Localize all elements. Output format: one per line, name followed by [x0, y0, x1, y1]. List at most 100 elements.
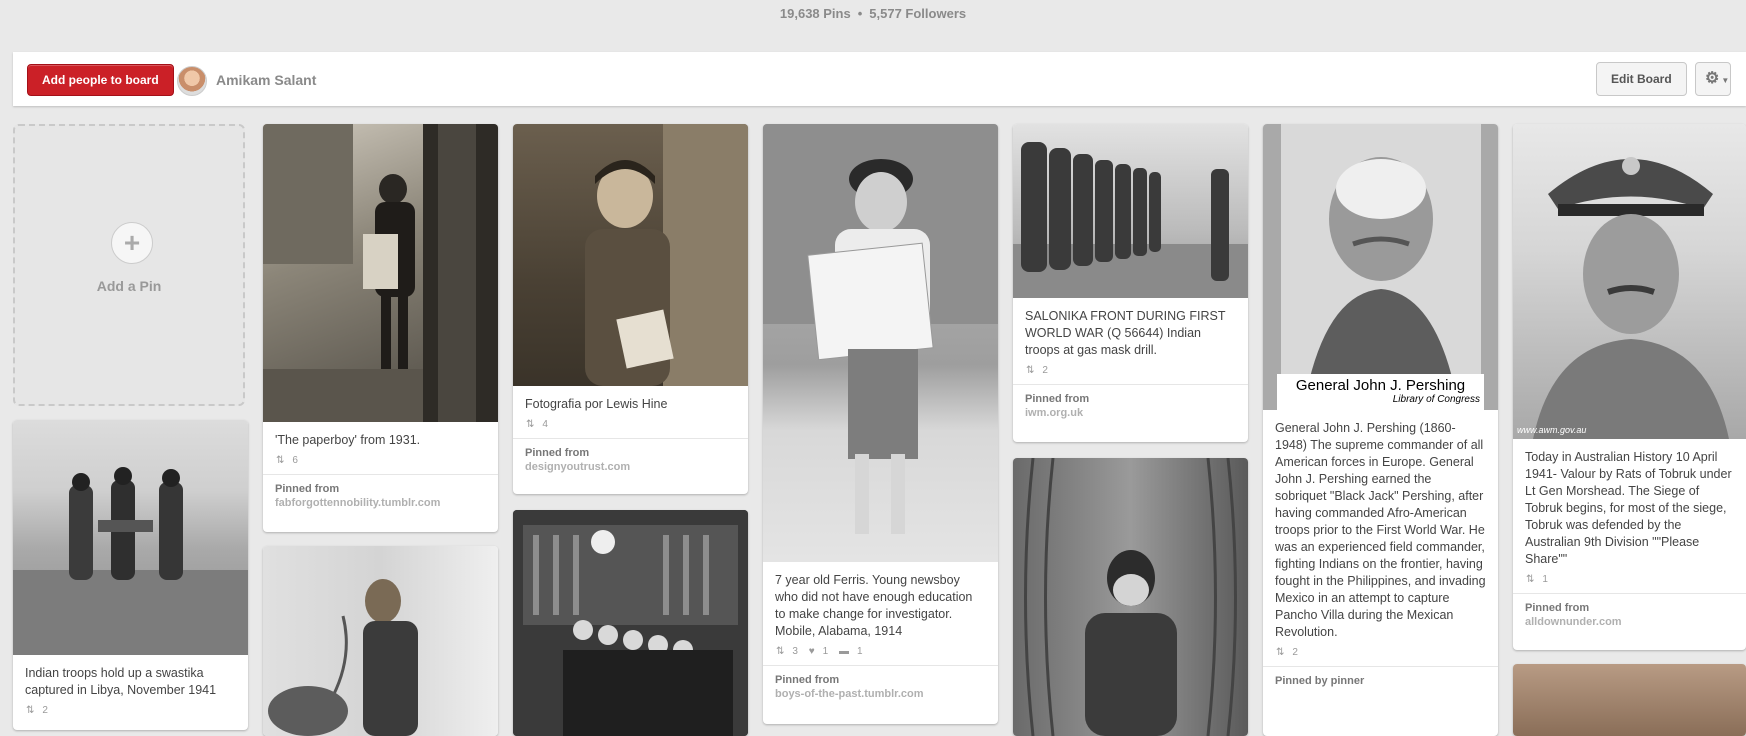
like-count: 1	[822, 646, 829, 657]
source-label: Pinned from	[525, 447, 590, 459]
pin-image[interactable]: General John J. Pershing Library of Cong…	[1263, 124, 1498, 410]
pin-image[interactable]: www.awm.gov.au	[1513, 124, 1746, 439]
comment-count: 1	[857, 646, 863, 657]
source-label: Pinned from	[1025, 393, 1090, 405]
pin-source[interactable]: Pinned by pinner	[1263, 666, 1498, 695]
repin-icon: ⇅	[276, 455, 285, 466]
pin-card[interactable]	[1513, 664, 1746, 736]
pin-photo	[13, 467, 248, 655]
pin-photo	[585, 124, 748, 386]
pin-card[interactable]: 7 year old Ferris. Young newsboy who did…	[763, 124, 998, 724]
board-toolbar: Add people to board Amikam Salant Edit B…	[13, 52, 1746, 106]
repin-count: 2	[1292, 647, 1298, 658]
pin-image[interactable]	[13, 420, 248, 655]
pin-source[interactable]: Pinned from iwm.org.uk	[1013, 384, 1248, 427]
repin-icon: ⇅	[526, 419, 535, 430]
pin-photo	[763, 124, 998, 534]
repin-icon: ⇅	[1526, 574, 1535, 585]
pin-image[interactable]	[513, 510, 748, 736]
source-label: Pinned from	[275, 483, 340, 495]
plus-icon: +	[111, 222, 153, 264]
pin-description: Fotografia por Lewis Hine	[525, 397, 668, 411]
pin-photo	[1024, 458, 1237, 736]
pin-photo	[1533, 157, 1729, 439]
comment-icon: ▬	[839, 646, 850, 657]
add-pin-card[interactable]: + Add a Pin	[13, 124, 245, 406]
pin-image[interactable]	[763, 124, 998, 562]
pin-source[interactable]: Pinned from boys-of-the-past.tumblr.com	[763, 665, 998, 708]
pin-stats: ⇅ 6	[263, 453, 498, 474]
pin-source[interactable]: Pinned from alldownunder.com	[1513, 593, 1746, 636]
settings-button[interactable]: ⚙ ▼	[1695, 62, 1731, 96]
owner-name[interactable]: Amikam Salant	[216, 72, 316, 88]
avatar[interactable]	[177, 66, 207, 96]
repin-icon: ⇅	[1276, 647, 1285, 658]
chevron-down-icon: ▼	[1721, 76, 1730, 85]
repin-count: 1	[1542, 574, 1548, 585]
source-link[interactable]: designyoutrust.com	[525, 461, 736, 473]
pin-description: General John J. Pershing (1860-1948) The…	[1275, 421, 1486, 639]
pin-image[interactable]	[263, 124, 498, 422]
pin-stats: ⇅ 3 ♥ 1 ▬ 1	[763, 644, 998, 665]
pin-stats: ⇅ 2	[1013, 363, 1248, 384]
pin-card[interactable]	[263, 546, 498, 736]
source-link[interactable]: fabforgottennobility.tumblr.com	[275, 497, 486, 509]
pin-card[interactable]: General John J. Pershing Library of Cong…	[1263, 124, 1498, 736]
pin-stats: ⇅ 1	[1513, 572, 1746, 593]
edit-board-button[interactable]: Edit Board	[1596, 62, 1687, 96]
board-stats: 19,638 Pins • 5,577 Followers	[0, 6, 1746, 21]
pin-card[interactable]	[1013, 458, 1248, 736]
pin-stats: ⇅ 4	[513, 417, 748, 438]
pin-stats: ⇅ 2	[13, 703, 248, 724]
heart-icon: ♥	[808, 646, 815, 657]
pin-image[interactable]	[513, 124, 748, 386]
repin-icon: ⇅	[776, 646, 785, 657]
add-people-button[interactable]: Add people to board	[27, 64, 174, 96]
source-label: Pinned by pinner	[1275, 675, 1365, 687]
repin-count: 6	[292, 455, 298, 466]
photo-caption-box: General John J. Pershing Library of Cong…	[1277, 374, 1484, 410]
pin-photo	[263, 124, 498, 422]
pin-photo	[268, 579, 418, 736]
pin-card[interactable]: Fotografia por Lewis Hine ⇅ 4 Pinned from…	[513, 124, 748, 494]
pin-card[interactable]: SALONIKA FRONT DURING FIRST WORLD WAR (Q…	[1013, 124, 1248, 442]
repin-count: 3	[792, 646, 798, 657]
pin-card[interactable]: 'The paperboy' from 1931. ⇅ 6 Pinned from…	[263, 124, 498, 532]
source-link[interactable]: alldownunder.com	[1525, 616, 1734, 628]
pin-source[interactable]: Pinned from designyoutrust.com	[513, 438, 748, 481]
photo-watermark: www.awm.gov.au	[1517, 425, 1587, 435]
pin-description: Indian troops hold up a swastika capture…	[25, 666, 217, 697]
pin-description: SALONIKA FRONT DURING FIRST WORLD WAR (Q…	[1025, 309, 1226, 357]
repin-count: 2	[1042, 365, 1048, 376]
pin-card[interactable]	[513, 510, 748, 736]
photo-caption: General John J. Pershing	[1295, 377, 1466, 394]
pin-description: 'The paperboy' from 1931.	[275, 433, 421, 447]
source-label: Pinned from	[775, 674, 840, 686]
pin-image[interactable]	[1513, 664, 1746, 736]
repin-icon: ⇅	[1026, 365, 1035, 376]
pin-stats: ⇅ 2	[1263, 645, 1498, 666]
pin-image[interactable]	[1013, 124, 1248, 298]
pin-count[interactable]: 19,638 Pins	[780, 6, 851, 21]
follower-count[interactable]: 5,577 Followers	[869, 6, 966, 21]
repin-icon: ⇅	[26, 705, 35, 716]
add-pin-label: Add a Pin	[96, 278, 162, 294]
photo-credit: Library of Congress	[1392, 394, 1480, 405]
pin-photo	[513, 510, 748, 736]
pin-image[interactable]	[1013, 458, 1248, 736]
pin-card[interactable]: www.awm.gov.au Today in Australian Histo…	[1513, 124, 1746, 650]
pin-photo	[1013, 142, 1248, 298]
repin-count: 4	[542, 419, 548, 430]
source-label: Pinned from	[1525, 602, 1590, 614]
repin-count: 2	[42, 705, 48, 716]
source-link[interactable]: iwm.org.uk	[1025, 407, 1236, 419]
gear-icon: ⚙	[1705, 70, 1720, 87]
pin-description: Today in Australian History 10 April 194…	[1525, 450, 1732, 566]
pin-description: 7 year old Ferris. Young newsboy who did…	[775, 573, 973, 638]
pin-source[interactable]: Pinned from fabforgottennobility.tumblr.…	[263, 474, 498, 517]
source-link[interactable]: boys-of-the-past.tumblr.com	[775, 688, 986, 700]
stats-separator: •	[857, 6, 863, 21]
pin-card[interactable]: Indian troops hold up a swastika capture…	[13, 420, 248, 730]
pin-image[interactable]	[263, 546, 498, 736]
pin-photo	[1281, 124, 1481, 410]
